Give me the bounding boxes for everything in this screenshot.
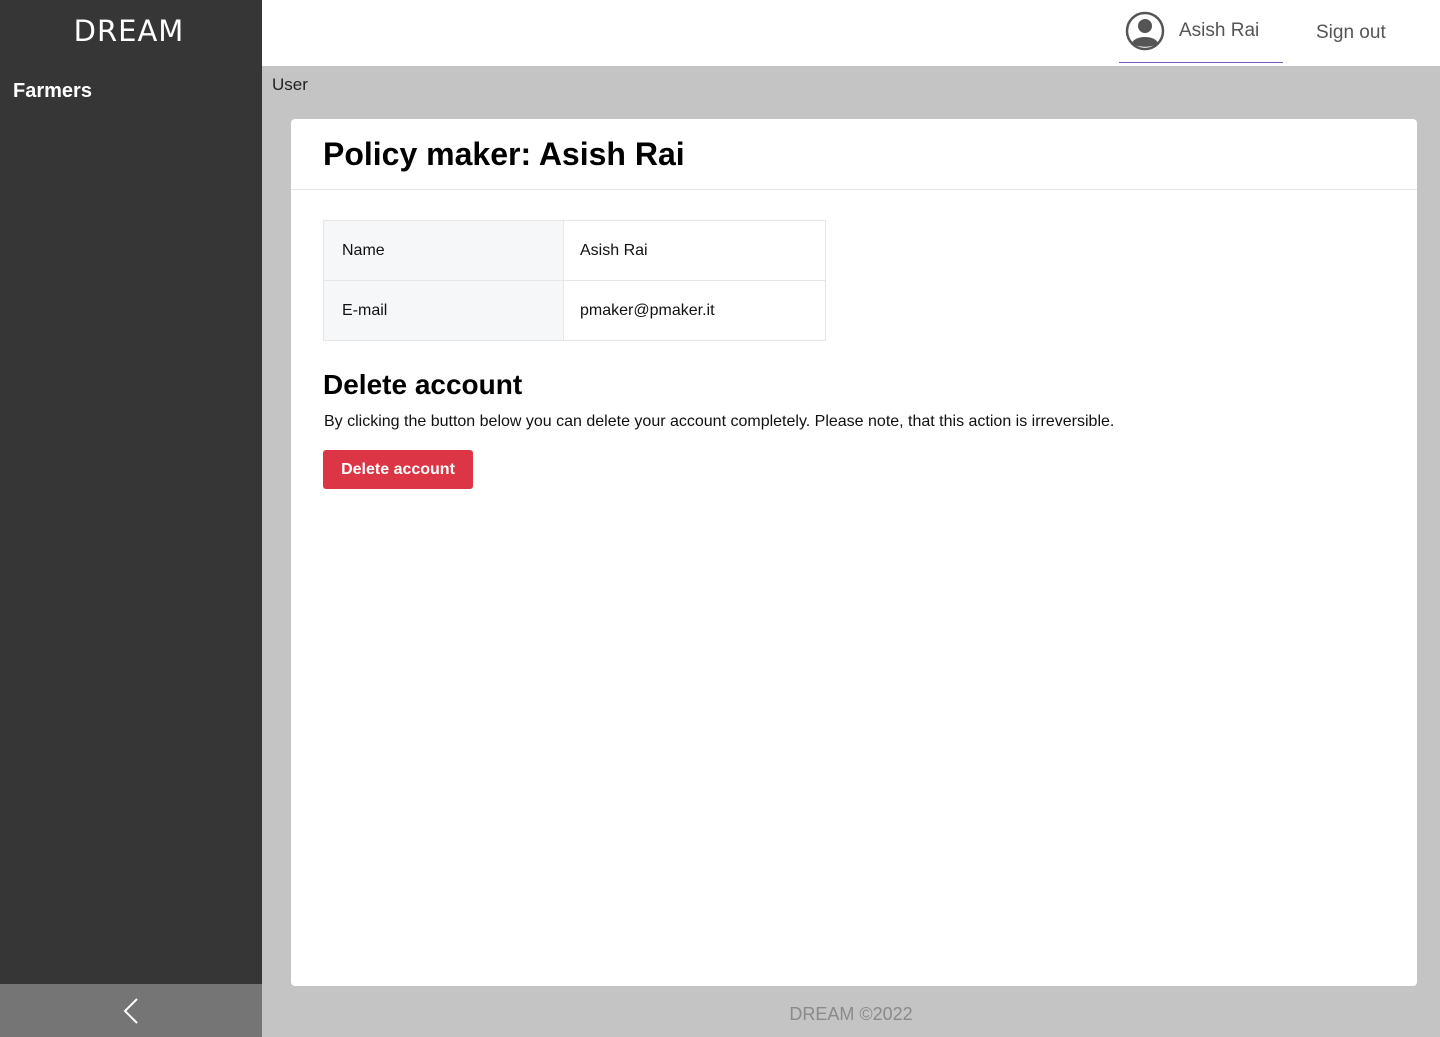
footer-copyright: DREAM ©2022	[789, 1004, 913, 1024]
sidebar-collapse-button[interactable]	[0, 984, 262, 1037]
brand-logo[interactable]: DREAM	[0, 14, 258, 48]
page-title: Policy maker: Asish Rai	[323, 135, 685, 172]
top-header: Asish Rai Sign out	[262, 0, 1440, 66]
delete-account-button[interactable]: Delete account	[323, 450, 473, 489]
delete-account-heading: Delete account	[323, 369, 523, 400]
card-body: Name Asish Rai E-mail pmaker@pmaker.it D…	[291, 190, 1417, 519]
user-name: Asish Rai	[1179, 20, 1260, 41]
detail-value-name: Asish Rai	[563, 220, 826, 281]
sign-out-link[interactable]: Sign out	[1316, 22, 1386, 44]
user-menu[interactable]: Asish Rai	[1119, 0, 1283, 63]
chevron-left-icon	[123, 997, 138, 1024]
table-row: Name Asish Rai	[323, 220, 826, 281]
breadcrumb: User	[272, 75, 308, 94]
delete-account-description: By clicking the button below you can del…	[324, 413, 1115, 430]
user-circle-icon	[1125, 11, 1165, 51]
card-header: Policy maker: Asish Rai	[291, 119, 1417, 190]
profile-card: Policy maker: Asish Rai Name Asish Rai E…	[291, 119, 1417, 986]
sidebar-item-farmers[interactable]: Farmers	[13, 80, 92, 103]
table-row: E-mail pmaker@pmaker.it	[323, 280, 826, 341]
detail-value-email: pmaker@pmaker.it	[563, 280, 826, 341]
sidebar: DREAM Farmers	[0, 0, 262, 1037]
user-details-table: Name Asish Rai E-mail pmaker@pmaker.it	[323, 220, 826, 341]
detail-label-email: E-mail	[323, 280, 564, 341]
detail-label-name: Name	[323, 220, 564, 281]
